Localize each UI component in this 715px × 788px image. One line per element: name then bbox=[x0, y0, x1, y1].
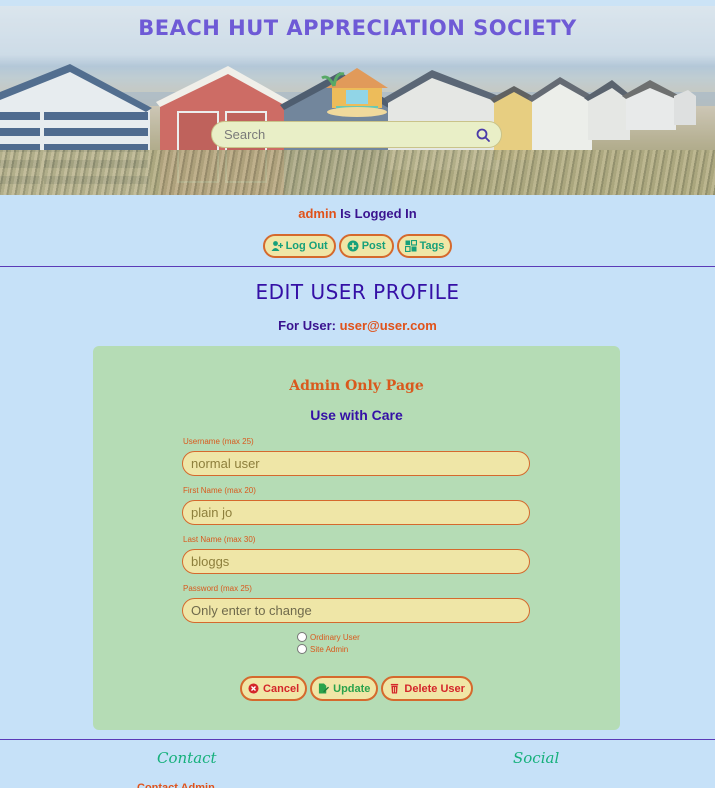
caution-text: Use with Care bbox=[310, 407, 403, 423]
post-label: Post bbox=[361, 240, 386, 252]
update-label: Update bbox=[333, 682, 371, 695]
user-nav: Log Out Post Tags bbox=[0, 234, 715, 258]
update-button[interactable]: Update bbox=[310, 676, 379, 701]
cancel-button[interactable]: Cancel bbox=[240, 676, 308, 701]
x-circle-icon bbox=[248, 683, 259, 694]
for-user-email: user@user.com bbox=[339, 318, 437, 333]
login-status-text: Is Logged In bbox=[336, 206, 417, 221]
login-status: admin Is Logged In bbox=[0, 206, 715, 221]
logout-button[interactable]: Log Out bbox=[262, 234, 336, 258]
logged-in-username: admin bbox=[298, 206, 337, 221]
trash-icon bbox=[391, 683, 399, 694]
cancel-label: Cancel bbox=[263, 682, 300, 695]
password-field[interactable] bbox=[182, 598, 530, 623]
tags-button[interactable]: Tags bbox=[396, 234, 453, 258]
firstname-label: First Name (max 20) bbox=[183, 486, 256, 495]
logout-label: Log Out bbox=[285, 240, 328, 252]
footer-contact-heading: Contact bbox=[157, 749, 217, 767]
tags-icon bbox=[404, 240, 417, 252]
for-user-line: For User: user@user.com bbox=[0, 318, 715, 333]
lastname-field[interactable] bbox=[182, 549, 530, 574]
form-actions: Cancel Update Delete User bbox=[93, 676, 620, 701]
plus-circle-icon bbox=[347, 240, 359, 252]
role-admin-label: Site Admin bbox=[310, 644, 349, 654]
post-button[interactable]: Post bbox=[338, 234, 394, 258]
password-label: Password (max 25) bbox=[183, 584, 252, 593]
page-title: EDIT USER PROFILE bbox=[255, 280, 460, 304]
admin-only-notice: Admin Only Page bbox=[289, 378, 424, 394]
firstname-field[interactable] bbox=[182, 500, 530, 525]
edit-file-icon bbox=[319, 683, 330, 694]
tags-label: Tags bbox=[419, 240, 445, 252]
role-admin-radio[interactable] bbox=[297, 644, 307, 654]
delete-label: Delete User bbox=[404, 682, 465, 695]
divider bbox=[0, 266, 715, 267]
user-plus-icon bbox=[271, 241, 283, 251]
lastname-label: Last Name (max 30) bbox=[183, 535, 256, 544]
delete-user-button[interactable]: Delete User bbox=[381, 676, 473, 701]
role-ordinary-option[interactable]: Ordinary User bbox=[297, 632, 360, 642]
edit-user-form: Admin Only Page Use with Care Username (… bbox=[93, 346, 620, 730]
contact-admin-link[interactable]: Contact Admin bbox=[137, 782, 215, 788]
footer-divider bbox=[0, 739, 715, 740]
for-user-label: For User: bbox=[278, 318, 340, 333]
site-title: BEACH HUT APPRECIATION SOCIETY bbox=[138, 16, 577, 40]
search-icon[interactable] bbox=[475, 127, 491, 143]
search-input[interactable] bbox=[212, 122, 501, 147]
username-field[interactable] bbox=[182, 451, 530, 476]
username-label: Username (max 25) bbox=[183, 437, 254, 446]
footer-social-heading: Social bbox=[513, 749, 560, 767]
role-ordinary-radio[interactable] bbox=[297, 632, 307, 642]
role-admin-option[interactable]: Site Admin bbox=[297, 644, 348, 654]
role-ordinary-label: Ordinary User bbox=[310, 632, 360, 642]
search-bar[interactable] bbox=[211, 121, 502, 148]
